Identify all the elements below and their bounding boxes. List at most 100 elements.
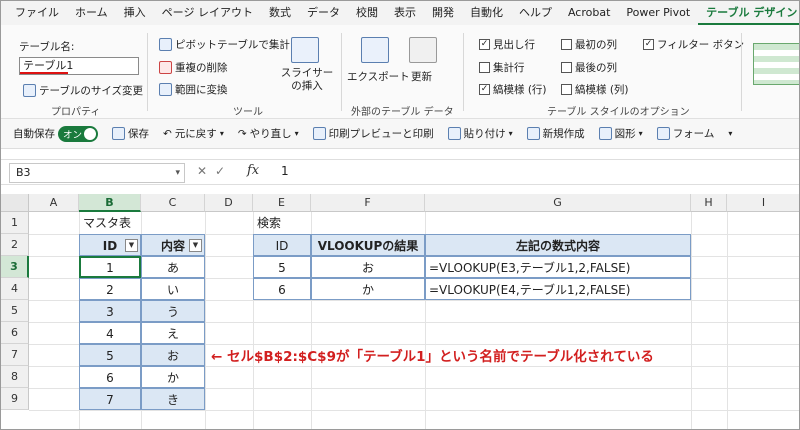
master-cell-content[interactable]: あ: [141, 256, 205, 278]
select-all-corner[interactable]: [1, 194, 29, 212]
print-preview-button[interactable]: 印刷プレビューと印刷: [312, 126, 434, 141]
tab-home[interactable]: ホーム: [67, 1, 116, 25]
master-cell-content[interactable]: お: [141, 344, 205, 366]
tab-table-design[interactable]: テーブル デザイン: [698, 1, 799, 25]
master-cell-content[interactable]: い: [141, 278, 205, 300]
insert-function-button[interactable]: fx: [247, 163, 259, 178]
name-box-value: B3: [16, 166, 31, 179]
tab-developer[interactable]: 開発: [424, 1, 462, 25]
remove-duplicates-button[interactable]: 重複の削除: [159, 60, 228, 75]
row-header-2[interactable]: 2: [1, 234, 29, 256]
tab-file[interactable]: ファイル: [7, 1, 67, 25]
column-header-i[interactable]: I: [727, 194, 799, 212]
master-cell-id[interactable]: 2: [79, 278, 141, 300]
master-cell-id[interactable]: 6: [79, 366, 141, 388]
row-header-3[interactable]: 3: [1, 256, 29, 278]
filter-dropdown-icon[interactable]: ▼: [189, 239, 202, 252]
tab-power-pivot[interactable]: Power Pivot: [618, 1, 698, 25]
master-cell-id[interactable]: 1: [79, 256, 141, 278]
save-button[interactable]: 保存: [112, 126, 149, 141]
row-header-1[interactable]: 1: [1, 212, 29, 234]
column-header-d[interactable]: D: [205, 194, 253, 212]
search-cell-formula[interactable]: =VLOOKUP(E3,テーブル1,2,FALSE): [425, 256, 691, 278]
tab-view[interactable]: 表示: [386, 1, 424, 25]
total-row-checkbox[interactable]: 集計行: [479, 60, 525, 75]
redo-button[interactable]: ↷ やり直し ▾: [238, 126, 299, 141]
first-column-checkbox[interactable]: 最初の列: [561, 37, 617, 52]
group-properties-label: プロパティ: [51, 107, 101, 118]
autosave-control: 自動保存 オン: [13, 125, 98, 142]
banded-columns-checkbox[interactable]: 縞模様 (列): [561, 82, 629, 97]
new-button[interactable]: 新規作成: [526, 126, 585, 141]
tab-review[interactable]: 校閲: [348, 1, 386, 25]
search-cell-result[interactable]: か: [311, 278, 425, 300]
filter-button-label: フィルター ボタン: [657, 39, 745, 51]
filter-dropdown-icon[interactable]: ▼: [125, 239, 138, 252]
master-cell-id[interactable]: 7: [79, 388, 141, 410]
row-header-7[interactable]: 7: [1, 344, 29, 366]
pivot-summary-button[interactable]: ピボットテーブルで集計: [159, 37, 290, 52]
tab-help[interactable]: ヘルプ: [511, 1, 560, 25]
search-cell-id[interactable]: 6: [253, 278, 311, 300]
shapes-button[interactable]: 図形 ▾: [598, 126, 643, 141]
tab-acrobat[interactable]: Acrobat: [560, 1, 618, 25]
column-header-h[interactable]: H: [691, 194, 727, 212]
search-cell-formula[interactable]: =VLOOKUP(E4,テーブル1,2,FALSE): [425, 278, 691, 300]
table-name-label: テーブル名:: [19, 41, 75, 53]
undo-button[interactable]: ↶ 元に戻す ▾: [163, 126, 224, 141]
banded-rows-checkbox[interactable]: ✓ 縞模様 (行): [479, 82, 547, 97]
formula-input[interactable]: 1: [281, 164, 289, 178]
master-header-id[interactable]: ID ▼: [79, 234, 141, 256]
gridline: [727, 212, 728, 429]
refresh-button[interactable]: 更新: [411, 69, 432, 84]
master-cell-id[interactable]: 5: [79, 344, 141, 366]
master-cell-content[interactable]: え: [141, 322, 205, 344]
master-cell-content[interactable]: う: [141, 300, 205, 322]
resize-table-button[interactable]: テーブルのサイズ変更: [23, 83, 143, 98]
shapes-label: 図形: [614, 128, 636, 140]
search-cell-result[interactable]: お: [311, 256, 425, 278]
row-header-5[interactable]: 5: [1, 300, 29, 322]
gridline: [205, 212, 206, 429]
search-header-id[interactable]: ID: [253, 234, 311, 256]
master-cell-content[interactable]: か: [141, 366, 205, 388]
insert-slicer-button[interactable]: スライサーの挿入: [279, 67, 335, 93]
customize-qat-button[interactable]: ▾: [728, 129, 732, 138]
header-row-checkbox[interactable]: ✓ 見出し行: [479, 37, 535, 52]
name-box[interactable]: B3 ▾: [9, 163, 185, 183]
column-header-e[interactable]: E: [253, 194, 311, 212]
form-button[interactable]: フォーム: [656, 126, 714, 141]
column-header-f[interactable]: F: [311, 194, 425, 212]
row-header-4[interactable]: 4: [1, 278, 29, 300]
filter-button-checkbox[interactable]: ✓ フィルター ボタン: [643, 37, 744, 52]
autosave-toggle[interactable]: オン: [58, 125, 98, 142]
row-header-8[interactable]: 8: [1, 366, 29, 388]
column-header-g[interactable]: G: [425, 194, 691, 212]
checkbox-icon: [561, 62, 572, 73]
search-header-formula[interactable]: 左記の数式内容: [425, 234, 691, 256]
export-button[interactable]: エクスポート: [347, 69, 410, 84]
row-header-9[interactable]: 9: [1, 388, 29, 410]
chevron-down-icon: ▾: [219, 129, 224, 138]
search-cell-id[interactable]: 5: [253, 256, 311, 278]
tab-page-layout[interactable]: ページ レイアウト: [154, 1, 261, 25]
column-header-b[interactable]: B: [79, 194, 141, 212]
search-header-result[interactable]: VLOOKUPの結果: [311, 234, 425, 256]
column-header-a[interactable]: A: [29, 194, 79, 212]
tab-formulas[interactable]: 数式: [261, 1, 299, 25]
paste-button[interactable]: 貼り付け ▾: [447, 126, 513, 141]
master-cell-content[interactable]: き: [141, 388, 205, 410]
refresh-icon: [409, 37, 437, 63]
row-header-6[interactable]: 6: [1, 322, 29, 344]
master-cell-id[interactable]: 3: [79, 300, 141, 322]
master-header-content[interactable]: 内容 ▼: [141, 234, 205, 256]
tab-insert[interactable]: 挿入: [116, 1, 154, 25]
column-header-c[interactable]: C: [141, 194, 205, 212]
tab-data[interactable]: データ: [299, 1, 348, 25]
formula-cancel-confirm-icons[interactable]: ✕✓: [197, 164, 233, 178]
tab-automate[interactable]: 自動化: [462, 1, 511, 25]
table-style-gallery[interactable]: [753, 43, 799, 85]
master-cell-id[interactable]: 4: [79, 322, 141, 344]
convert-to-range-button[interactable]: 範囲に変換: [159, 82, 228, 97]
last-column-checkbox[interactable]: 最後の列: [561, 60, 617, 75]
